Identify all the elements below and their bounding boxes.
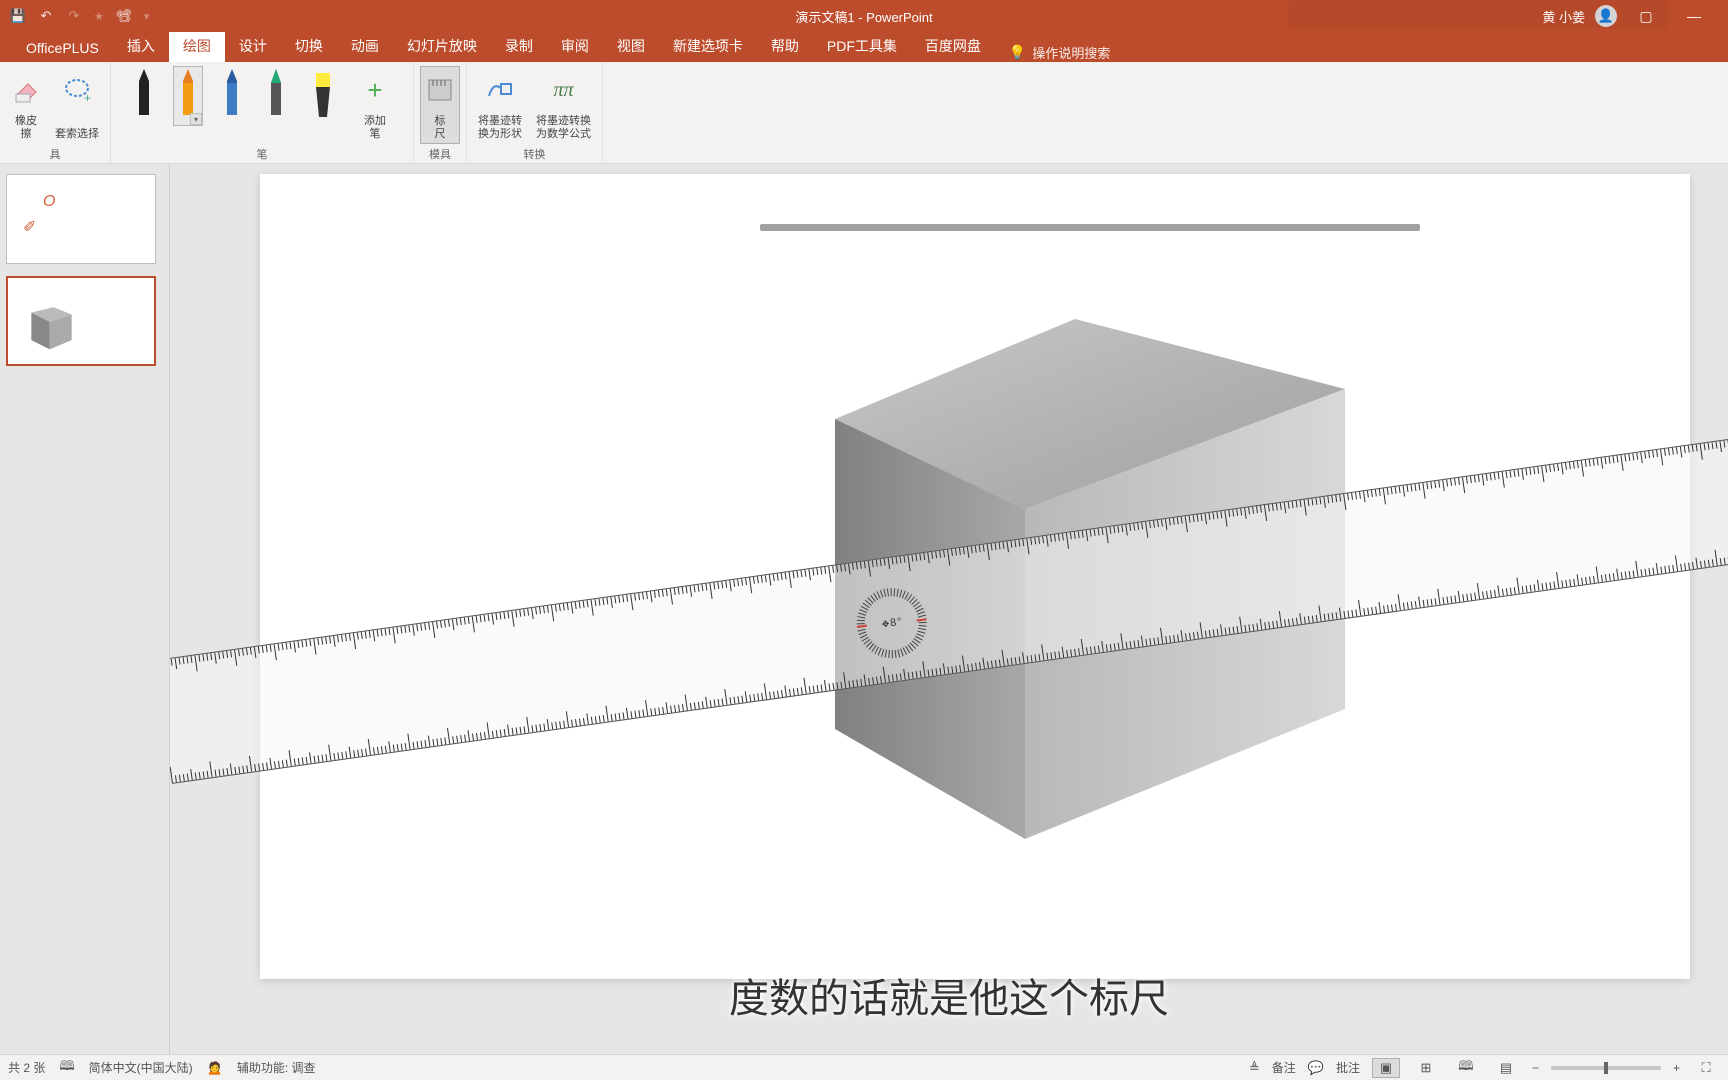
pen-galaxy[interactable]: [217, 66, 247, 126]
notes-icon: ≜: [1249, 1060, 1260, 1076]
ribbon-group-pens: ▾ + 添加 笔 笔: [111, 62, 414, 163]
video-subtitle: 度数的话就是他这个标尺: [729, 966, 1169, 1024]
zoom-in-icon[interactable]: +: [1673, 1061, 1680, 1075]
save-icon[interactable]: 💾: [10, 8, 26, 24]
ribbon-group-tools: 橡皮 擦 + 套索选择 具: [0, 62, 111, 163]
svg-text:+: +: [84, 91, 91, 104]
undo-icon[interactable]: ↶: [38, 8, 54, 24]
user-name: 黄 小姜: [1542, 7, 1585, 26]
ribbon-group-convert: 将墨迹转 换为形状 ππ 将墨迹转换 为数学公式 转换: [467, 62, 603, 163]
pen-black[interactable]: [129, 66, 159, 126]
minimize-icon[interactable]: —: [1675, 2, 1713, 30]
tab-animations[interactable]: 动画: [337, 30, 393, 62]
eraser-icon: [12, 69, 40, 111]
ruler-button[interactable]: 标 尺: [420, 66, 460, 144]
tab-insert[interactable]: 插入: [113, 30, 169, 62]
notes-button[interactable]: 备注: [1272, 1059, 1296, 1076]
ribbon: 橡皮 擦 + 套索选择 具 ▾ + 添加 笔 笔: [0, 62, 1728, 164]
ruler-icon: [427, 69, 453, 111]
ink-to-math-button[interactable]: ππ 将墨迹转换 为数学公式: [531, 66, 596, 144]
tab-view[interactable]: 视图: [603, 30, 659, 62]
slide-count[interactable]: 共 2 张: [8, 1059, 45, 1076]
user-avatar-icon[interactable]: 👤: [1595, 5, 1617, 27]
language-status[interactable]: 简体中文(中国大陆): [89, 1059, 193, 1076]
zoom-out-icon[interactable]: −: [1532, 1061, 1539, 1075]
ink-math-icon: ππ: [553, 69, 573, 111]
plus-icon: +: [367, 69, 382, 111]
comments-button[interactable]: 批注: [1336, 1059, 1360, 1076]
pencil-grey[interactable]: [261, 66, 291, 126]
lasso-icon: +: [62, 69, 92, 111]
status-bar: 共 2 张 🕮 简体中文(中国大陆) 🙍 辅助功能: 调查 ≜ 备注 💬 批注 …: [0, 1054, 1728, 1080]
title-bar: 💾 ↶ ↷ ★ 📽 ▾ 演示文稿1 - PowerPoint 黄 小姜 👤 ▢ …: [0, 0, 1728, 32]
highlighter-yellow[interactable]: [305, 66, 341, 126]
normal-view-icon[interactable]: ▣: [1372, 1058, 1400, 1078]
chevron-down-icon[interactable]: ▾: [190, 113, 202, 125]
tab-officeplus[interactable]: OfficePLUS: [12, 34, 113, 62]
spellcheck-icon[interactable]: 🕮: [59, 1057, 74, 1079]
cube-shape[interactable]: [805, 289, 1365, 849]
tab-review[interactable]: 审阅: [547, 30, 603, 62]
ribbon-tabs: OfficePLUS 插入 绘图 设计 切换 动画 幻灯片放映 录制 审阅 视图…: [0, 32, 1728, 62]
fit-window-icon[interactable]: ⛶: [1692, 1058, 1720, 1078]
slide-thumbnail-2[interactable]: [6, 276, 156, 366]
slide[interactable]: [260, 174, 1690, 979]
accessibility-icon: 🙍: [207, 1060, 223, 1076]
tab-newtab[interactable]: 新建选项卡: [659, 30, 757, 62]
ribbon-options-icon[interactable]: ▢: [1627, 2, 1665, 30]
slideshow-icon[interactable]: 📽: [116, 8, 132, 24]
redo-icon[interactable]: ↷: [66, 8, 82, 24]
tab-slideshow[interactable]: 幻灯片放映: [393, 30, 491, 62]
tab-draw[interactable]: 绘图: [169, 30, 225, 62]
lightbulb-icon: 💡: [1009, 44, 1026, 61]
reading-view-icon[interactable]: 🕮: [1452, 1058, 1480, 1078]
tab-baidu[interactable]: 百度网盘: [911, 30, 995, 62]
tab-pdf[interactable]: PDF工具集: [813, 30, 911, 62]
comments-icon: 💬: [1308, 1060, 1324, 1076]
add-pen-button[interactable]: + 添加 笔: [355, 66, 395, 144]
qat-more-icon[interactable]: ▾: [144, 10, 150, 23]
tab-record[interactable]: 录制: [491, 30, 547, 62]
ink-stroke[interactable]: [760, 224, 1420, 231]
sorter-view-icon[interactable]: ⊞: [1412, 1058, 1440, 1078]
ink-shape-icon: [485, 69, 515, 111]
slide-thumbnail-1[interactable]: O✐: [6, 174, 156, 264]
slideshow-view-icon[interactable]: ▤: [1492, 1058, 1520, 1078]
quick-access-toolbar: 💾 ↶ ↷ ★ 📽 ▾: [0, 8, 149, 24]
accessibility-status[interactable]: 辅助功能: 调查: [237, 1059, 316, 1076]
tab-transitions[interactable]: 切换: [281, 30, 337, 62]
slide-thumbnails: O✐: [0, 164, 170, 1054]
ribbon-group-stencil: 标 尺 模具: [414, 62, 467, 163]
zoom-slider[interactable]: [1551, 1066, 1661, 1070]
tell-me-search[interactable]: 💡 操作说明搜索: [995, 43, 1124, 62]
tab-design[interactable]: 设计: [225, 30, 281, 62]
tab-help[interactable]: 帮助: [757, 30, 813, 62]
pen-orange[interactable]: ▾: [173, 66, 203, 126]
window-title: 演示文稿1 - PowerPoint: [795, 7, 932, 26]
lasso-button[interactable]: + 套索选择: [50, 66, 104, 144]
ink-to-shape-button[interactable]: 将墨迹转 换为形状: [473, 66, 527, 144]
slide-canvas-area[interactable]: ✥8° 度数的话就是他这个标尺: [170, 164, 1728, 1054]
eraser-button[interactable]: 橡皮 擦: [6, 66, 46, 144]
workspace: O✐: [0, 164, 1728, 1054]
